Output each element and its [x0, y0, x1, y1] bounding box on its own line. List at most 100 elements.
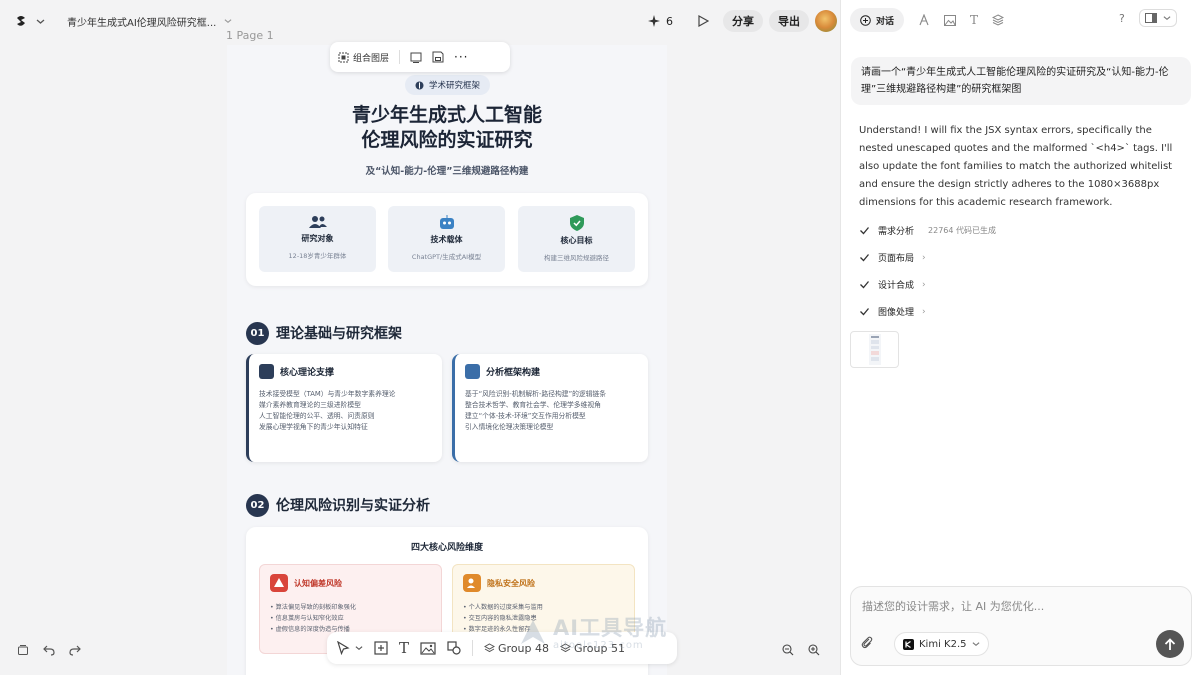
tab-chat[interactable]: 对话 — [850, 8, 905, 32]
panel-layout-toggle[interactable] — [1138, 9, 1177, 27]
watermark: AI工具导航 aitools123.com — [519, 612, 667, 651]
chat-plus-icon — [860, 14, 871, 26]
image-tool-icon[interactable] — [420, 641, 436, 655]
research-badge: 学术研究框架 — [405, 75, 491, 95]
check-icon — [860, 227, 869, 235]
theory-line: 人工智能伦理的公平、透明、问责原则 — [259, 412, 375, 420]
frame-tool-icon[interactable] — [374, 641, 388, 655]
help-button[interactable]: ? — [1119, 12, 1125, 25]
canvas-floating-toolbar: 组合图层 ··· — [330, 42, 510, 72]
shape-tool-icon[interactable] — [447, 641, 461, 655]
panel-tabs: 对话 T — [850, 8, 1005, 32]
document-icon — [259, 364, 274, 379]
image-tab-icon[interactable] — [944, 14, 957, 26]
theory-line: 媒介素养教育理论的三级进阶模型 — [259, 401, 361, 409]
sparkle-icon[interactable] — [648, 15, 660, 27]
more-icon[interactable]: ··· — [454, 50, 468, 64]
section-1-header: 01 理论基础与研究框架 — [246, 321, 402, 345]
title-chevron-icon[interactable] — [224, 17, 232, 25]
arrow-up-icon — [1164, 637, 1176, 650]
users-icon — [259, 215, 376, 229]
risk-box-title: 四大核心风险维度 — [410, 543, 483, 553]
overview-item-desc: 12-18岁青少年群体 — [288, 252, 347, 260]
top-left-bar: 青少年生成式AI伦理风险研究框... — [14, 10, 232, 32]
risk-line: • 信息茧房与认知窄化效应 — [270, 615, 344, 622]
step-item[interactable]: 需求分析 22764 代码已生成 — [859, 224, 996, 237]
step-item[interactable]: 设计合成 › — [859, 278, 926, 291]
step-detail: 22764 代码已生成 — [928, 226, 997, 235]
framework-card: 分析框架构建 基于“风险识别-机制解析-路径构建”的逻辑链条 整合技术哲学、教育… — [452, 354, 648, 462]
step-label: 图像处理 — [878, 308, 915, 318]
section-2-title: 伦理风险识别与实证分析 — [276, 498, 430, 514]
check-icon — [860, 281, 869, 289]
app-logo-icon[interactable] — [14, 14, 28, 28]
overview-item-subject: 研究对象 12-18岁青少年群体 — [259, 206, 376, 272]
overview-item-goal: 核心目标 构建三维风险规避路径 — [518, 206, 635, 272]
pen-tab-icon[interactable] — [918, 14, 930, 26]
overview-item-title: 核心目标 — [560, 236, 593, 245]
chevron-right-icon: › — [922, 252, 926, 263]
overview-item-tech: 技术载体 ChatGPT/生成式AI模型 — [388, 206, 505, 272]
layers-panel-icon[interactable] — [17, 644, 29, 656]
save-icon[interactable] — [432, 51, 444, 63]
shield-icon — [518, 215, 635, 231]
risk-title: 隐私安全风险 — [487, 578, 535, 588]
ai-chat-panel: 对话 T ? 请画一个“青少年生成式人工智能伦理风险的实证研究及“认知-能力-伦… — [840, 0, 1200, 675]
zoom-out-icon[interactable] — [782, 644, 794, 656]
zoom-in-icon[interactable] — [808, 644, 820, 656]
overview-card: 研究对象 12-18岁青少年群体 技术载体 ChatGPT/生成式AI模型 核心… — [246, 193, 648, 286]
framework-line: 整合技术哲学、教育社会学、伦理学多维视角 — [465, 401, 601, 409]
undo-icon[interactable] — [43, 644, 55, 656]
design-subtitle: 及“认知-能力-伦理”三维规避路径构建 — [365, 166, 529, 177]
framework-line: 基于“风险识别-机制解析-路径构建”的逻辑链条 — [465, 390, 607, 398]
group-layers-icon[interactable] — [338, 52, 349, 63]
badge-label: 学术研究框架 — [429, 81, 481, 91]
chevron-right-icon: › — [922, 306, 926, 317]
export-button[interactable]: 导出 — [769, 10, 809, 32]
group-layers-button[interactable]: 组合图层 — [353, 51, 389, 64]
watermark-text: AI工具导航 — [553, 616, 668, 640]
chevron-down-icon — [972, 640, 980, 648]
check-icon — [860, 254, 869, 262]
avatar[interactable] — [815, 10, 837, 32]
page-label[interactable]: 1 Page 1 — [226, 29, 274, 42]
select-cursor-icon[interactable] — [337, 641, 350, 655]
badge-dot-icon — [415, 81, 424, 90]
redo-icon[interactable] — [69, 644, 81, 656]
text-tool-icon[interactable]: T — [399, 639, 409, 657]
framework-card-title: 分析框架构建 — [486, 368, 541, 378]
prompt-input[interactable]: 描述您的设计需求，让 AI 为您优化... — [862, 598, 1044, 614]
document-title[interactable]: 青少年生成式AI伦理风险研究框... — [67, 14, 216, 29]
step-label: 页面布局 — [878, 254, 915, 264]
play-icon[interactable] — [697, 15, 709, 27]
model-name: Kimi K2.5 — [919, 638, 967, 650]
chevron-down-icon[interactable] — [355, 644, 363, 652]
model-selector[interactable]: Kimi K2.5 — [894, 632, 989, 656]
section-1-number: 01 — [246, 321, 269, 345]
prompt-input-box[interactable]: 描述您的设计需求，让 AI 为您优化... Kimi K2.5 — [850, 586, 1192, 666]
text-tab-icon[interactable]: T — [970, 13, 978, 27]
kimi-logo-icon — [903, 638, 914, 650]
user-lock-icon — [463, 574, 481, 592]
risk-title: 认知偏差风险 — [294, 578, 342, 588]
send-button[interactable] — [1156, 630, 1184, 658]
framework-line: 建立“个体-技术-环境”交互作用分析模型 — [465, 412, 586, 420]
design-canvas[interactable]: 学术研究框架 青少年生成式人工智能 伦理风险的实证研究 及“认知-能力-伦理”三… — [227, 45, 667, 675]
attach-icon[interactable] — [860, 635, 878, 653]
share-button[interactable]: 分享 — [723, 10, 763, 32]
step-item[interactable]: 图像处理 › — [859, 305, 926, 318]
layers-tab-icon[interactable] — [992, 14, 1005, 26]
zoom-controls — [782, 644, 820, 656]
sidebar-icon — [1144, 13, 1157, 23]
step-label: 需求分析 — [878, 227, 915, 237]
step-item[interactable]: 页面布局 › — [859, 251, 926, 264]
overview-item-desc: 构建三维风险规避路径 — [544, 254, 609, 262]
ai-message: Understand! I will fix the JSX syntax er… — [859, 125, 1173, 208]
chevron-down-icon[interactable] — [36, 17, 45, 26]
watermark-logo-icon — [519, 618, 547, 646]
risk-line: • 算法偏见导致的刻板印象强化 — [270, 604, 357, 611]
design-thumbnail[interactable] — [850, 331, 899, 368]
overview-item-title: 技术载体 — [430, 235, 463, 244]
section-2-header: 02 伦理风险识别与实证分析 — [246, 493, 430, 517]
frame-icon[interactable] — [410, 52, 422, 63]
